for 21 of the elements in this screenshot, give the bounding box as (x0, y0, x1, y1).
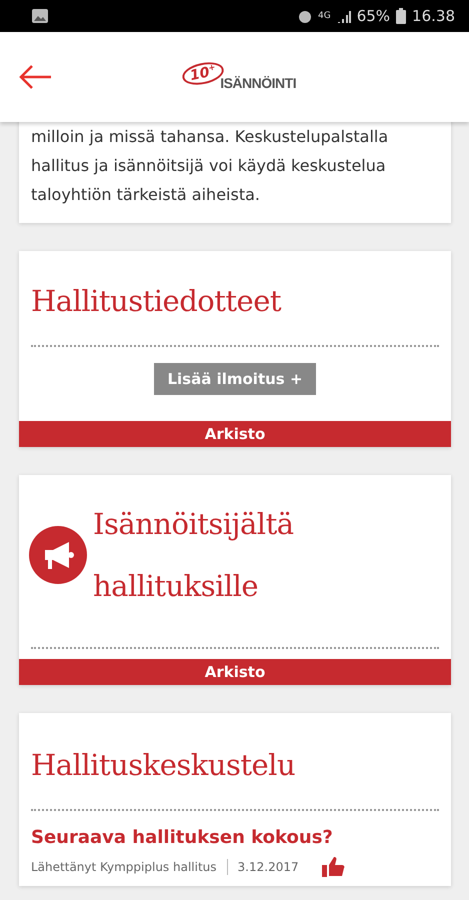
clock: 16.38 (412, 7, 455, 25)
section-title: Hallituskeskustelu (30, 747, 296, 784)
post-title-link[interactable]: Seuraava hallituksen kokous? (19, 827, 451, 848)
network-type: 4G (318, 11, 331, 21)
image-icon (32, 9, 48, 23)
logo: 10 $^{+}$ ISÄNNÖINTI (182, 62, 296, 92)
battery-percent: 65% (356, 7, 390, 25)
alarm-icon (298, 9, 312, 23)
section-title: Hallitustiedotteet (30, 283, 282, 320)
section-title: Isännöitsijältä hallituksille (93, 506, 294, 605)
back-button[interactable] (18, 64, 52, 90)
add-notice-button[interactable]: Lisää ilmoitus + (154, 363, 316, 395)
archive-button[interactable]: Arkisto (19, 659, 451, 685)
thumbs-up-icon[interactable] (320, 856, 345, 878)
post-author: Lähettänyt Kymppiplus hallitus (31, 860, 217, 874)
signal-icon (336, 9, 351, 23)
battery-icon (396, 8, 406, 24)
megaphone-icon (29, 526, 87, 584)
archive-button[interactable]: Arkisto (19, 421, 451, 447)
intro-text: milloin ja missä tahansa. Keskustelupalstalla hallitus ja isännöitsijä voi käydä keskustelua taloyhtiön tärkeistä aiheista. (30, 126, 390, 206)
post-date: 3.12.2017 (238, 860, 299, 874)
